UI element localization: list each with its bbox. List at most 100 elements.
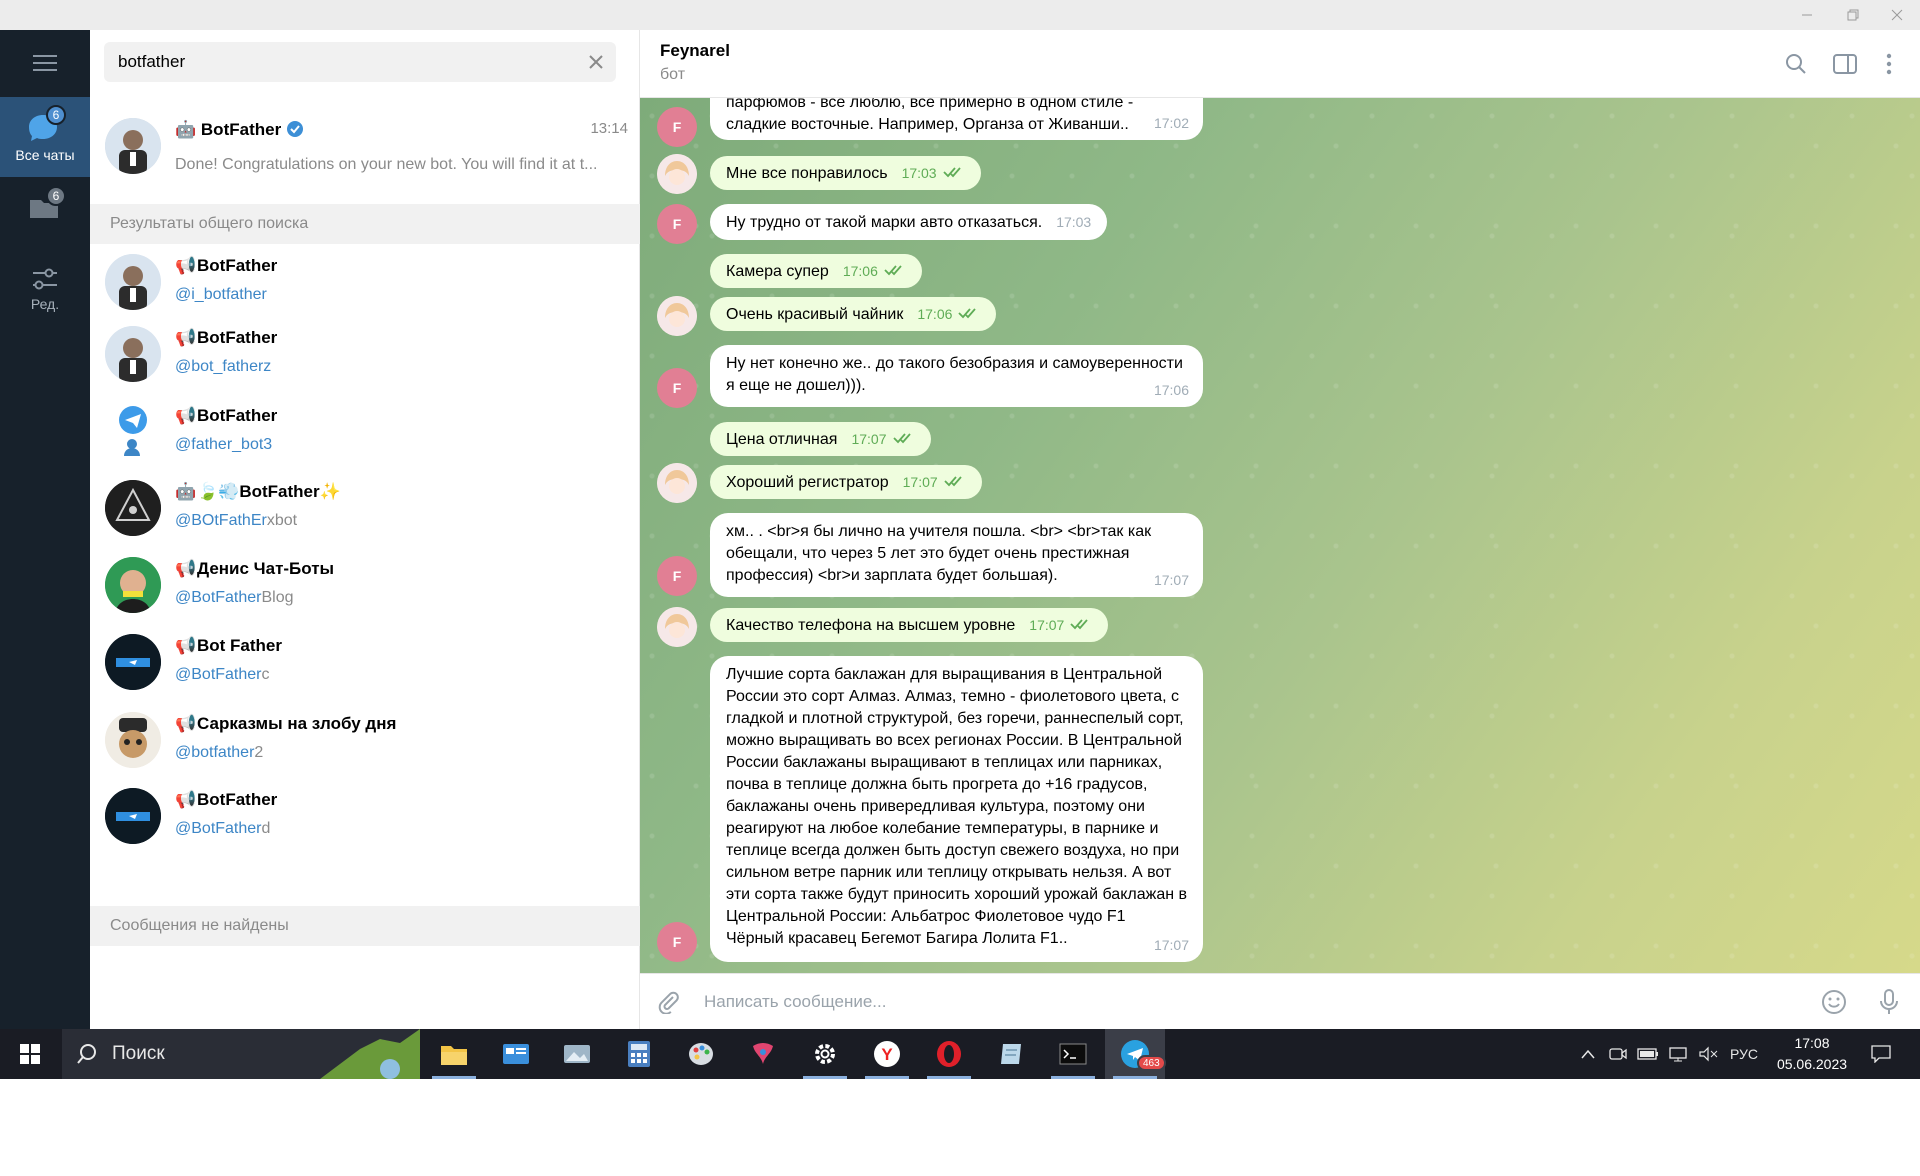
global-result-row[interactable]: 🤖🍃💨BotFather✨ @BOtFathErxbot xyxy=(90,470,640,547)
main-menu-button[interactable] xyxy=(0,30,90,96)
tray-network[interactable] xyxy=(1664,1029,1692,1079)
chat-result-botfather[interactable]: 🤖 BotFather 13:14 Done! Congratulations … xyxy=(90,100,640,204)
message-text: Мне все понравилось xyxy=(726,165,888,182)
bot-father-avatar-icon xyxy=(105,634,161,690)
folder-label: Ред. xyxy=(30,296,60,312)
double-check-icon xyxy=(892,433,911,444)
message-text: Ну нет конечно же.. до такого безобразия… xyxy=(726,355,1183,394)
microphone-icon xyxy=(1880,989,1898,1014)
taskbar-app-snipping[interactable] xyxy=(733,1029,793,1079)
global-result-row[interactable]: 📢BotFather @father_bot3 xyxy=(90,392,640,469)
cat-avatar-icon xyxy=(105,712,161,768)
chat-menu-button[interactable] xyxy=(1875,50,1903,78)
my-avatar xyxy=(657,607,697,647)
global-result-row[interactable]: 📢BotFather @BotFatherd xyxy=(90,778,640,855)
attach-button[interactable] xyxy=(654,988,682,1016)
double-check-icon xyxy=(1070,619,1089,630)
start-button[interactable] xyxy=(0,1029,60,1079)
folder-2[interactable]: 6 xyxy=(0,180,90,240)
result-handle: @BotFather xyxy=(175,666,262,683)
message-incoming: Ну нет конечно же.. до такого безобразия… xyxy=(710,345,1203,407)
avatar xyxy=(105,254,161,310)
toggle-sidebar-button[interactable] xyxy=(1831,50,1859,78)
show-hidden-icons-button[interactable] xyxy=(1576,1029,1600,1079)
chat-peer-name: Feynarel xyxy=(660,41,730,60)
result-name: BotFather xyxy=(197,406,278,425)
message-outgoing: Камера супер 17:06 xyxy=(710,254,922,288)
channel-icon: 📢 xyxy=(175,406,197,425)
global-result-row[interactable]: 📢BotFather @bot_fatherz xyxy=(90,316,640,393)
folder-edit[interactable]: Ред. xyxy=(0,266,90,326)
global-result-row[interactable]: 📢Bot Father @BotFatherc xyxy=(90,624,640,701)
tray-volume[interactable] xyxy=(1694,1029,1722,1079)
taskbar-app-photos[interactable] xyxy=(547,1029,607,1079)
result-name: BotFather xyxy=(197,790,278,809)
result-handle: @botfather xyxy=(175,744,255,761)
taskbar-app-calculator[interactable] xyxy=(609,1029,669,1079)
tray-meet-now[interactable] xyxy=(1606,1029,1630,1079)
message-text: парфюмов - все люблю, все примерно в одн… xyxy=(726,98,1134,133)
folder-all-chats[interactable]: 6 Все чаты xyxy=(0,97,90,177)
message-time: 17:06 xyxy=(1153,382,1189,398)
voice-message-button[interactable] xyxy=(1875,988,1903,1016)
chat-name: BotFather xyxy=(200,120,282,139)
search-icon xyxy=(77,1044,96,1064)
global-result-row[interactable]: 📢Денис Чат-Боты @BotFatherBlog xyxy=(90,547,640,624)
taskbar-app-telegram[interactable]: 463 xyxy=(1105,1029,1166,1079)
tray-battery[interactable] xyxy=(1634,1029,1662,1079)
message-composer xyxy=(640,973,1920,1029)
clock-date: 05.06.2023 xyxy=(1776,1056,1848,1072)
taskbar-app-terminal[interactable] xyxy=(1043,1029,1103,1079)
emoji-button[interactable] xyxy=(1820,988,1848,1016)
message-input[interactable] xyxy=(704,982,1804,1022)
svg-text:Y: Y xyxy=(881,1045,893,1064)
avatar xyxy=(105,326,161,382)
message-text: Камера супер xyxy=(726,263,829,280)
search-in-chat-button[interactable] xyxy=(1782,50,1810,78)
avatar xyxy=(105,788,161,844)
sidebar-icon xyxy=(1833,54,1857,74)
message-text: Цена отличная xyxy=(726,431,838,448)
notification-icon xyxy=(1871,1045,1891,1063)
bot-icon: 🤖 xyxy=(175,482,197,501)
message-text: Ну трудно от такой марки авто отказаться… xyxy=(726,214,1043,231)
global-result-row[interactable]: 📢Сарказмы на злобу дня @botfather2 xyxy=(90,702,640,779)
message-outgoing: Хороший регистратор 17:07 xyxy=(710,465,982,499)
double-check-icon xyxy=(942,167,961,178)
message-outgoing: Качество телефона на высшем уровне 17:07 xyxy=(710,608,1109,642)
result-name: Сарказмы на злобу дня xyxy=(197,714,397,733)
taskbar-app-settings[interactable] xyxy=(795,1029,855,1079)
chat-time: 13:14 xyxy=(590,120,628,137)
channel-icon: 📢 xyxy=(175,636,197,655)
channel-icon: 📢 xyxy=(175,790,197,809)
taskbar-app-file-explorer[interactable] xyxy=(424,1029,484,1079)
paperclip-icon xyxy=(658,991,679,1014)
tray-language[interactable]: РУС xyxy=(1724,1029,1764,1079)
tray-clock[interactable]: 17:08 05.06.2023 xyxy=(1764,1033,1860,1075)
my-avatar xyxy=(657,463,697,503)
message-text: Лучшие сорта баклажан для выращивания в … xyxy=(726,666,1187,947)
double-check-icon xyxy=(958,308,977,319)
chevron-up-icon xyxy=(1581,1049,1595,1059)
clear-search-button[interactable] xyxy=(584,50,608,74)
chat-header[interactable]: Feynarel бот xyxy=(640,30,1920,98)
message-time: 17:06 xyxy=(842,263,878,279)
notification-center-button[interactable] xyxy=(1862,1029,1900,1079)
taskbar-app-control-panel[interactable] xyxy=(486,1029,546,1079)
close-window-button[interactable] xyxy=(1874,0,1920,30)
search-input[interactable] xyxy=(118,42,568,82)
taskbar-app-opera[interactable] xyxy=(919,1029,979,1079)
minimize-button[interactable] xyxy=(1784,0,1830,30)
global-result-row[interactable]: 📢BotFather @i_botfather xyxy=(90,244,640,321)
taskbar-app-notepad[interactable] xyxy=(981,1029,1041,1079)
botfather-avatar-icon xyxy=(105,118,161,174)
taskbar-app-paint[interactable] xyxy=(671,1029,731,1079)
taskbar-search[interactable]: Поиск xyxy=(62,1029,420,1079)
windows-logo-icon xyxy=(20,1044,40,1064)
restore-button[interactable] xyxy=(1830,0,1876,30)
control-panel-icon xyxy=(503,1044,529,1064)
sender-avatar: F xyxy=(657,922,697,962)
person-avatar-icon xyxy=(105,557,161,613)
close-icon xyxy=(589,55,603,69)
taskbar-app-yandex-browser[interactable]: Y xyxy=(857,1029,917,1079)
